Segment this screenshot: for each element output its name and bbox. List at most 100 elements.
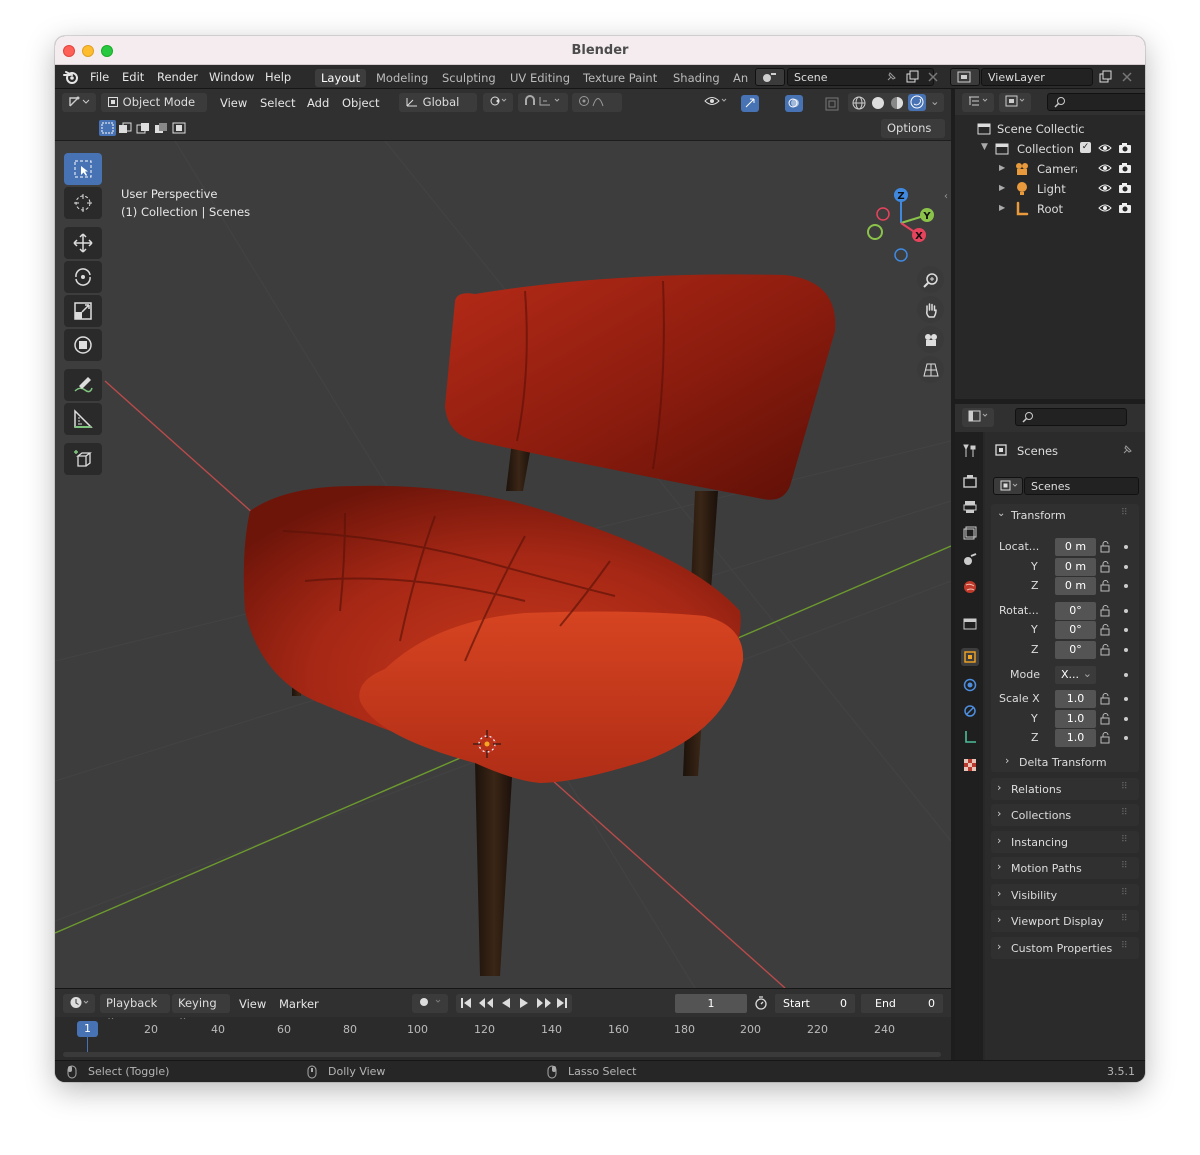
- pin-icon[interactable]: [1121, 444, 1133, 456]
- eye-icon[interactable]: [1098, 183, 1112, 193]
- jump-keyframe-forward-icon[interactable]: [536, 997, 552, 1009]
- select-extend-icon[interactable]: [118, 122, 132, 134]
- custom-properties-panel[interactable]: › Custom Properties ⠿: [991, 937, 1139, 959]
- render-camera-icon[interactable]: [1118, 182, 1132, 194]
- properties-search-input[interactable]: [1015, 408, 1127, 426]
- tab-collection[interactable]: [961, 614, 979, 632]
- tab-output[interactable]: [961, 498, 979, 516]
- menu-view[interactable]: View: [220, 96, 247, 110]
- expand-down-icon[interactable]: ▼: [981, 142, 988, 152]
- outliner-row-scene-collection[interactable]: Scene Collectic: [955, 119, 1145, 139]
- outliner-editor-type-button[interactable]: [962, 93, 994, 112]
- keying-dropdown[interactable]: Keying ⌄: [172, 994, 230, 1024]
- navigation-gizmo[interactable]: Z Y X: [861, 183, 941, 265]
- viewport-display-panel[interactable]: › Viewport Display ⠿: [991, 910, 1139, 932]
- unlock-icon[interactable]: [1100, 605, 1113, 617]
- location-y-field[interactable]: 0 m: [1055, 558, 1096, 576]
- expand-right-icon[interactable]: ▶: [999, 203, 1005, 212]
- keyframe-dot-icon[interactable]: [1124, 697, 1128, 701]
- solid-shading-icon[interactable]: [871, 96, 885, 110]
- unlock-icon[interactable]: [1100, 624, 1113, 636]
- eye-icon[interactable]: [1098, 203, 1112, 213]
- material-preview-icon[interactable]: [890, 96, 904, 110]
- options-dropdown[interactable]: Options ⌄: [881, 119, 945, 149]
- overlays-toggle-button[interactable]: ⌄: [779, 93, 817, 126]
- chevron-down-icon[interactable]: ⌄: [930, 94, 940, 108]
- drag-handle-icon[interactable]: ⠿: [1121, 782, 1128, 792]
- delta-transform-subpanel[interactable]: › Delta Transform: [1005, 754, 1135, 772]
- timeline-menu-view[interactable]: View: [239, 997, 266, 1011]
- select-intersect-icon[interactable]: [172, 122, 186, 134]
- start-frame-field[interactable]: Start 0: [775, 994, 855, 1013]
- menu-help[interactable]: Help: [265, 70, 291, 84]
- render-camera-icon[interactable]: [1118, 142, 1132, 154]
- location-z-field[interactable]: 0 m: [1055, 577, 1096, 595]
- outliner-row-light[interactable]: ▶ Light: [955, 179, 1145, 199]
- tab-object-data[interactable]: [961, 728, 979, 746]
- delete-scene-icon[interactable]: [927, 71, 939, 83]
- tab-object[interactable]: [961, 648, 979, 666]
- scale-y-field[interactable]: 1.0: [1055, 710, 1096, 728]
- play-reverse-icon[interactable]: [500, 997, 512, 1009]
- tab-constraints[interactable]: [961, 702, 979, 720]
- wireframe-shading-icon[interactable]: [852, 96, 866, 110]
- keyframe-dot-icon[interactable]: [1124, 673, 1128, 677]
- scale-x-field[interactable]: 1.0: [1055, 690, 1096, 708]
- drag-handle-icon[interactable]: ⠿: [1121, 914, 1128, 924]
- timeline-ruler[interactable]: 1 20 40 60 80 100 120 140 160 180 200 22…: [63, 1019, 945, 1059]
- tab-modeling[interactable]: Modeling: [370, 69, 434, 87]
- location-x-field[interactable]: 0 m: [1055, 538, 1096, 556]
- tab-uv-editing[interactable]: UV Editing: [504, 69, 576, 87]
- outliner-search-input[interactable]: [1047, 93, 1145, 111]
- tab-world[interactable]: [961, 578, 979, 596]
- menu-add[interactable]: Add: [307, 96, 329, 110]
- unlock-icon[interactable]: [1100, 644, 1113, 656]
- keyframe-dot-icon[interactable]: [1124, 584, 1128, 588]
- timeline-scrollbar[interactable]: [63, 1052, 941, 1057]
- tool-rotate[interactable]: [64, 261, 102, 293]
- keyframe-dot-icon[interactable]: [1124, 628, 1128, 632]
- scale-z-field[interactable]: 1.0: [1055, 729, 1096, 747]
- motion-paths-panel[interactable]: › Motion Paths ⠿: [991, 857, 1139, 879]
- tool-measure[interactable]: [64, 403, 102, 435]
- outliner-row-camera[interactable]: ▶ Camera: [955, 159, 1145, 179]
- 3d-viewport[interactable]: User Perspective (1) Collection | Scenes…: [55, 141, 951, 988]
- unlock-icon[interactable]: [1100, 732, 1113, 744]
- toggle-perspective-button[interactable]: [917, 356, 944, 383]
- keyframe-dot-icon[interactable]: [1124, 609, 1128, 613]
- delete-viewlayer-icon[interactable]: [1121, 71, 1133, 83]
- unlock-icon[interactable]: [1100, 580, 1113, 592]
- select-invert-icon[interactable]: [154, 122, 168, 134]
- rotation-mode-dropdown[interactable]: X... ⌄: [1055, 666, 1096, 684]
- rotation-z-field[interactable]: 0°: [1055, 641, 1096, 659]
- eye-icon[interactable]: [1098, 143, 1112, 153]
- unlock-icon[interactable]: [1100, 713, 1113, 725]
- jump-keyframe-back-icon[interactable]: [478, 997, 494, 1009]
- object-name-field[interactable]: Scenes: [1024, 477, 1139, 495]
- play-icon[interactable]: [518, 997, 530, 1009]
- tab-scene[interactable]: [961, 550, 979, 568]
- drag-handle-icon[interactable]: ⠿: [1121, 808, 1128, 818]
- sidebar-toggle-chevron-icon[interactable]: ‹: [944, 191, 948, 202]
- menu-file[interactable]: File: [90, 70, 109, 84]
- transform-orientation-dropdown[interactable]: Global ⌄: [399, 93, 477, 123]
- unlock-icon[interactable]: [1100, 561, 1113, 573]
- jump-end-icon[interactable]: [556, 997, 568, 1009]
- visibility-panel[interactable]: › Visibility ⠿: [991, 884, 1139, 906]
- tab-physics[interactable]: [961, 676, 979, 694]
- transform-panel-header[interactable]: ⌄ Transform ⠿: [991, 504, 1139, 528]
- drag-handle-icon[interactable]: ⠿: [1121, 861, 1128, 871]
- keyframe-dot-icon[interactable]: [1124, 717, 1128, 721]
- tab-view-layer[interactable]: [961, 524, 979, 542]
- select-subtract-icon[interactable]: [136, 122, 150, 134]
- menu-select[interactable]: Select: [260, 96, 295, 110]
- object-browse-button[interactable]: [993, 477, 1023, 495]
- render-camera-icon[interactable]: [1118, 202, 1132, 214]
- playhead-frame-badge[interactable]: 1: [77, 1021, 98, 1037]
- rotation-y-field[interactable]: 0°: [1055, 621, 1096, 639]
- pin-icon[interactable]: [885, 71, 897, 83]
- select-new-button[interactable]: [99, 120, 116, 136]
- tool-transform[interactable]: [64, 329, 102, 361]
- exclude-checkbox[interactable]: ✓: [1080, 142, 1091, 153]
- timeline-menu-marker[interactable]: Marker: [279, 997, 319, 1011]
